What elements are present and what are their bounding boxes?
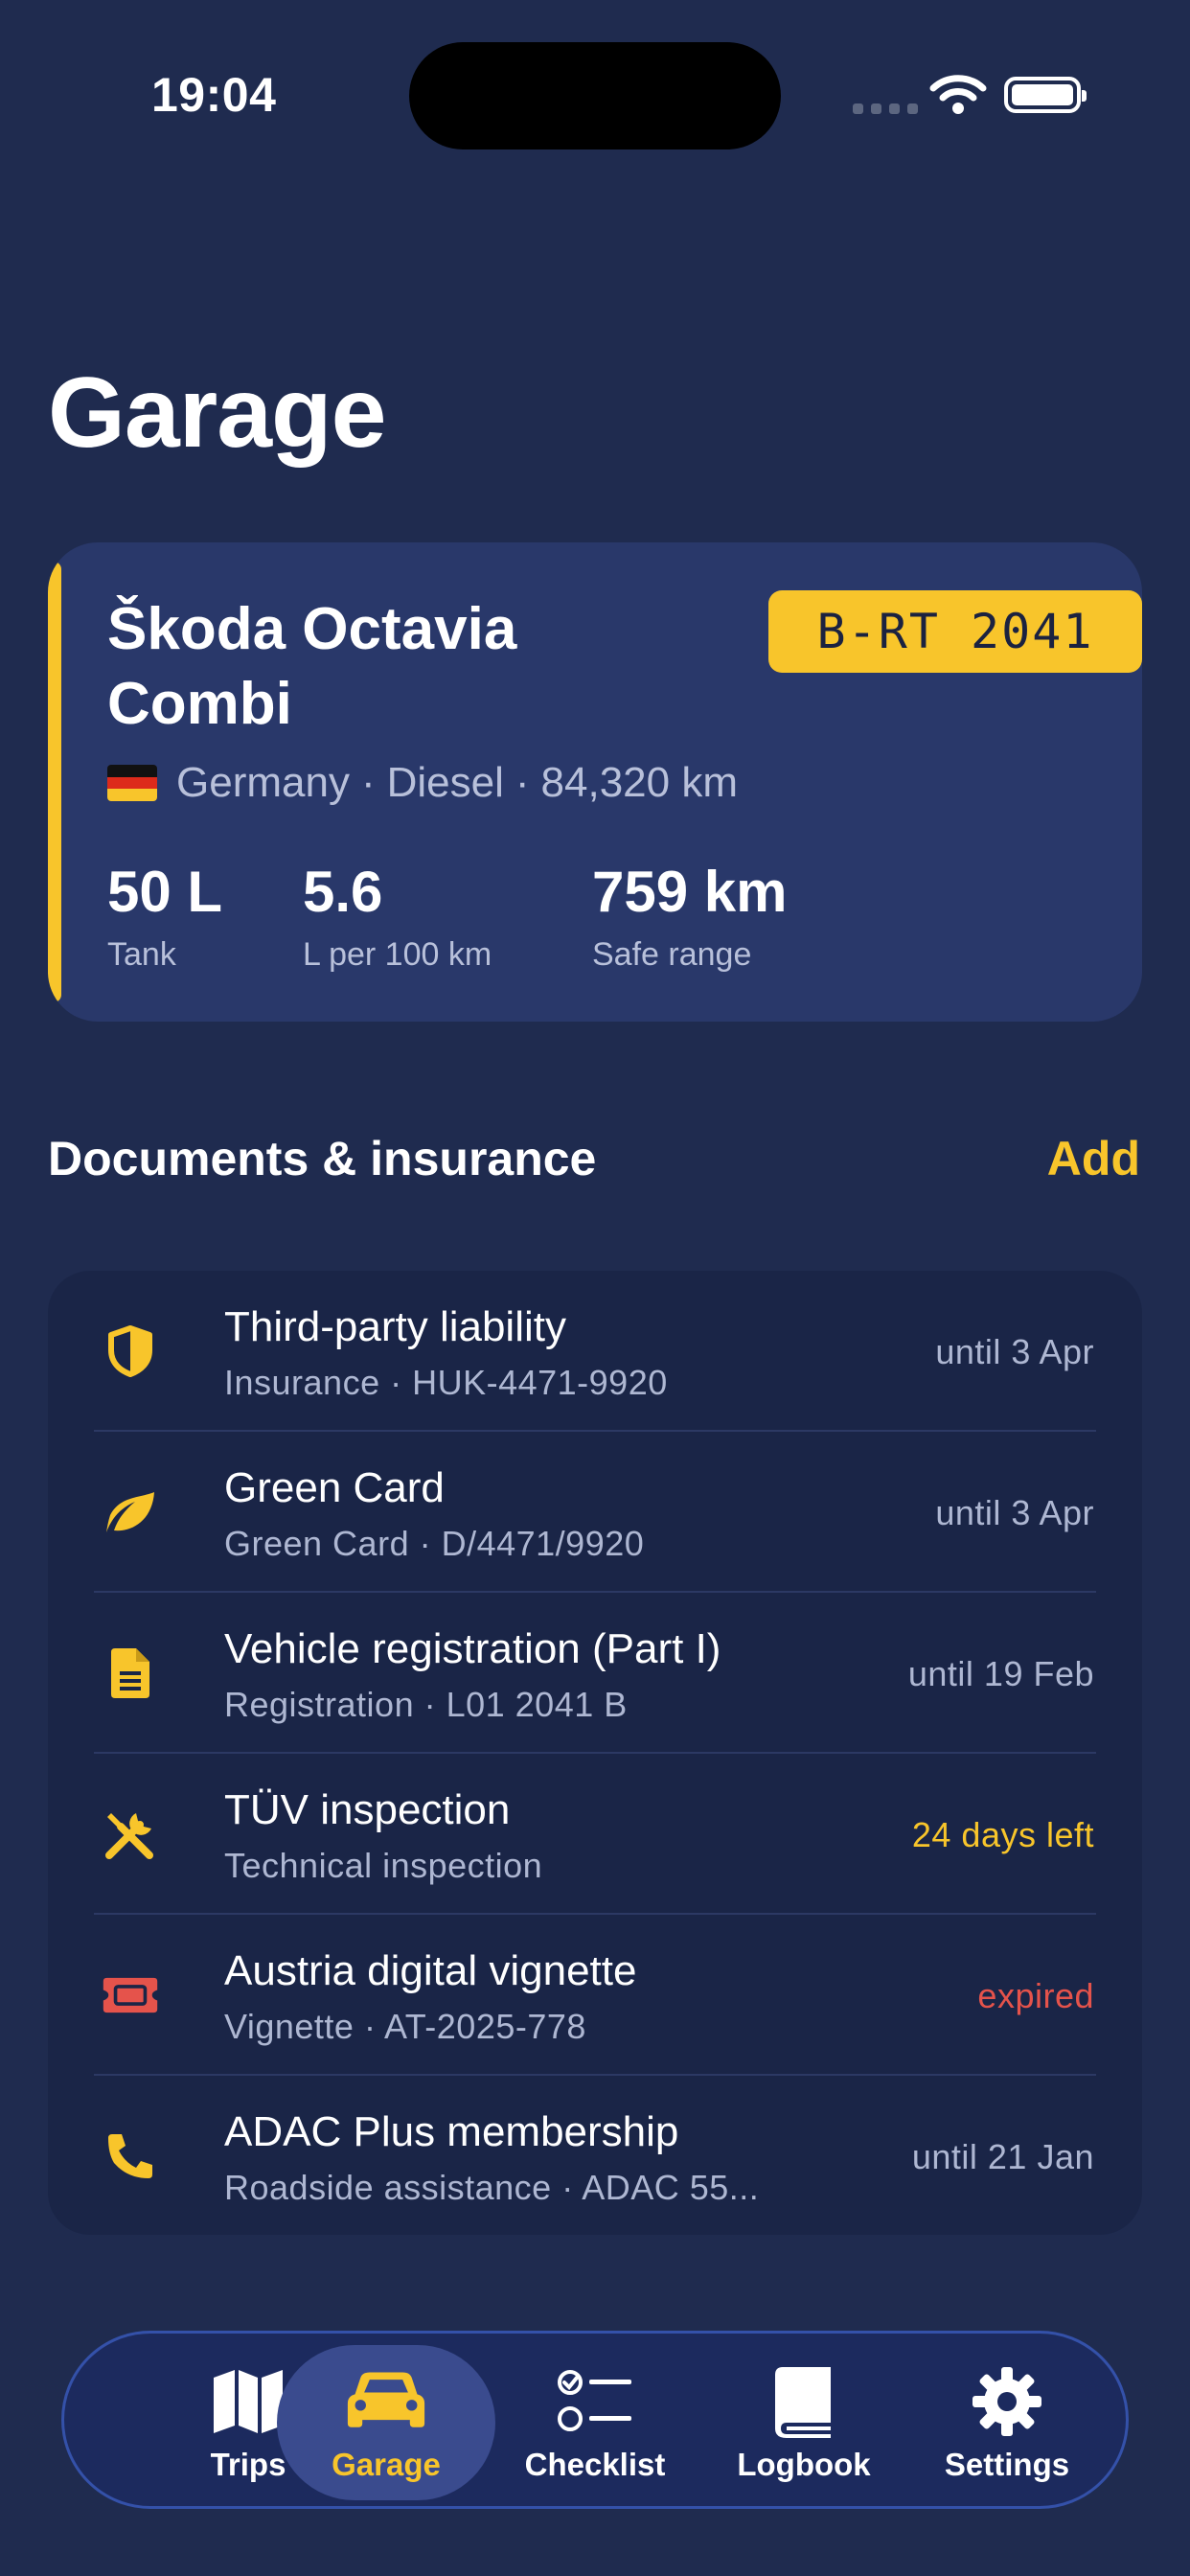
battery-icon bbox=[1004, 77, 1087, 113]
document-title: Vehicle registration (Part I) bbox=[224, 1625, 721, 1672]
document-title: ADAC Plus membership bbox=[224, 2108, 679, 2155]
stat-value: 5.6 bbox=[303, 860, 383, 924]
document-status: expired bbox=[977, 1976, 1094, 2015]
document-status: until 3 Apr bbox=[935, 1332, 1094, 1371]
stat-range: 759 km Safe range bbox=[592, 859, 788, 974]
document-title: Third-party liability bbox=[224, 1303, 566, 1350]
tab-label: Logbook bbox=[737, 2447, 871, 2482]
leaf-icon bbox=[102, 1484, 159, 1541]
document-status: 24 days left bbox=[911, 1815, 1094, 1854]
stat-consumption: 5.6 L per 100 km bbox=[303, 859, 492, 974]
vehicle-meta: Germany · Diesel · 84,320 km bbox=[107, 759, 738, 807]
document-subtitle: Technical inspection bbox=[224, 1846, 543, 1885]
document-subtitle: Vignette · AT-2025-778 bbox=[224, 2007, 586, 2046]
document-title: Green Card bbox=[224, 1464, 445, 1511]
meta-separator: · bbox=[515, 759, 530, 806]
status-time: 19:04 bbox=[151, 68, 277, 122]
meta-separator: · bbox=[360, 759, 376, 806]
document-status: until 19 Feb bbox=[907, 1654, 1094, 1693]
ticket-icon bbox=[102, 1966, 159, 2024]
gear-icon bbox=[967, 2364, 1047, 2439]
stat-value: 759 km bbox=[592, 860, 788, 924]
page-title: Garage bbox=[48, 357, 386, 469]
germany-flag-icon bbox=[107, 765, 157, 801]
vehicle-fuel: Diesel bbox=[386, 759, 504, 806]
stat-label: Tank bbox=[107, 936, 176, 973]
document-row-adac[interactable]: ADAC Plus membership Roadside assistance… bbox=[48, 2076, 1142, 2235]
tools-icon bbox=[102, 1806, 159, 1863]
document-subtitle: Insurance · HUK-4471-9920 bbox=[224, 1363, 668, 1402]
document-icon bbox=[102, 1644, 159, 1702]
tab-settings[interactable]: Settings bbox=[911, 2334, 1103, 2506]
car-icon bbox=[346, 2364, 426, 2439]
documents-section-title: Documents & insurance bbox=[48, 1132, 597, 1185]
tab-checklist[interactable]: Checklist bbox=[499, 2334, 691, 2506]
phone-icon bbox=[102, 2128, 159, 2185]
license-plate: B-RT 2041 bbox=[768, 590, 1142, 673]
tab-garage[interactable]: Garage bbox=[277, 2345, 495, 2500]
vehicle-card[interactable]: Škoda Octavia Combi B-RT 2041 Germany · … bbox=[48, 542, 1142, 1022]
tab-label: Settings bbox=[944, 2447, 1070, 2482]
checklist-icon bbox=[555, 2364, 635, 2439]
tab-label: Checklist bbox=[524, 2447, 666, 2482]
vehicle-odometer: 84,320 km bbox=[540, 759, 739, 806]
stat-label: L per 100 km bbox=[303, 936, 492, 973]
tab-label: Garage bbox=[332, 2447, 441, 2482]
stat-tank: 50 L Tank bbox=[107, 859, 222, 974]
documents-list: Third-party liability Insurance · HUK-44… bbox=[48, 1271, 1142, 2235]
tab-logbook[interactable]: Logbook bbox=[708, 2334, 900, 2506]
document-row-vignette[interactable]: Austria digital vignette Vignette · AT-2… bbox=[48, 1915, 1142, 2076]
document-subtitle: Registration · L01 2041 B bbox=[224, 1685, 628, 1724]
document-status: until 21 Jan bbox=[911, 2137, 1094, 2176]
document-title: TÜV inspection bbox=[224, 1786, 511, 1833]
wifi-icon bbox=[929, 75, 987, 114]
vehicle-name: Škoda Octavia Combi bbox=[107, 596, 517, 737]
shield-icon bbox=[102, 1322, 159, 1380]
cellular-signal-icon bbox=[853, 104, 918, 114]
tab-label: Trips bbox=[210, 2447, 286, 2482]
document-title: Austria digital vignette bbox=[224, 1947, 637, 1994]
tab-bar: Trips Garage Checklist Logbook Settings bbox=[61, 2331, 1129, 2509]
document-status: until 3 Apr bbox=[935, 1493, 1094, 1532]
dynamic-island bbox=[409, 42, 781, 150]
stat-label: Safe range bbox=[592, 936, 752, 973]
document-row-liability[interactable]: Third-party liability Insurance · HUK-44… bbox=[48, 1271, 1142, 1432]
document-subtitle: Roadside assistance · ADAC 55... bbox=[224, 2168, 760, 2207]
book-icon bbox=[764, 2364, 844, 2439]
document-row-green-card[interactable]: Green Card Green Card · D/4471/9920 unti… bbox=[48, 1432, 1142, 1593]
vehicle-country: Germany bbox=[176, 759, 350, 806]
add-document-button[interactable]: Add bbox=[1047, 1131, 1140, 1186]
document-row-registration[interactable]: Vehicle registration (Part I) Registrati… bbox=[48, 1593, 1142, 1754]
document-row-tuv[interactable]: TÜV inspection Technical inspection 24 d… bbox=[48, 1754, 1142, 1915]
vehicle-accent-bar bbox=[48, 562, 61, 1002]
document-subtitle: Green Card · D/4471/9920 bbox=[224, 1524, 645, 1563]
stat-value: 50 L bbox=[107, 860, 223, 924]
